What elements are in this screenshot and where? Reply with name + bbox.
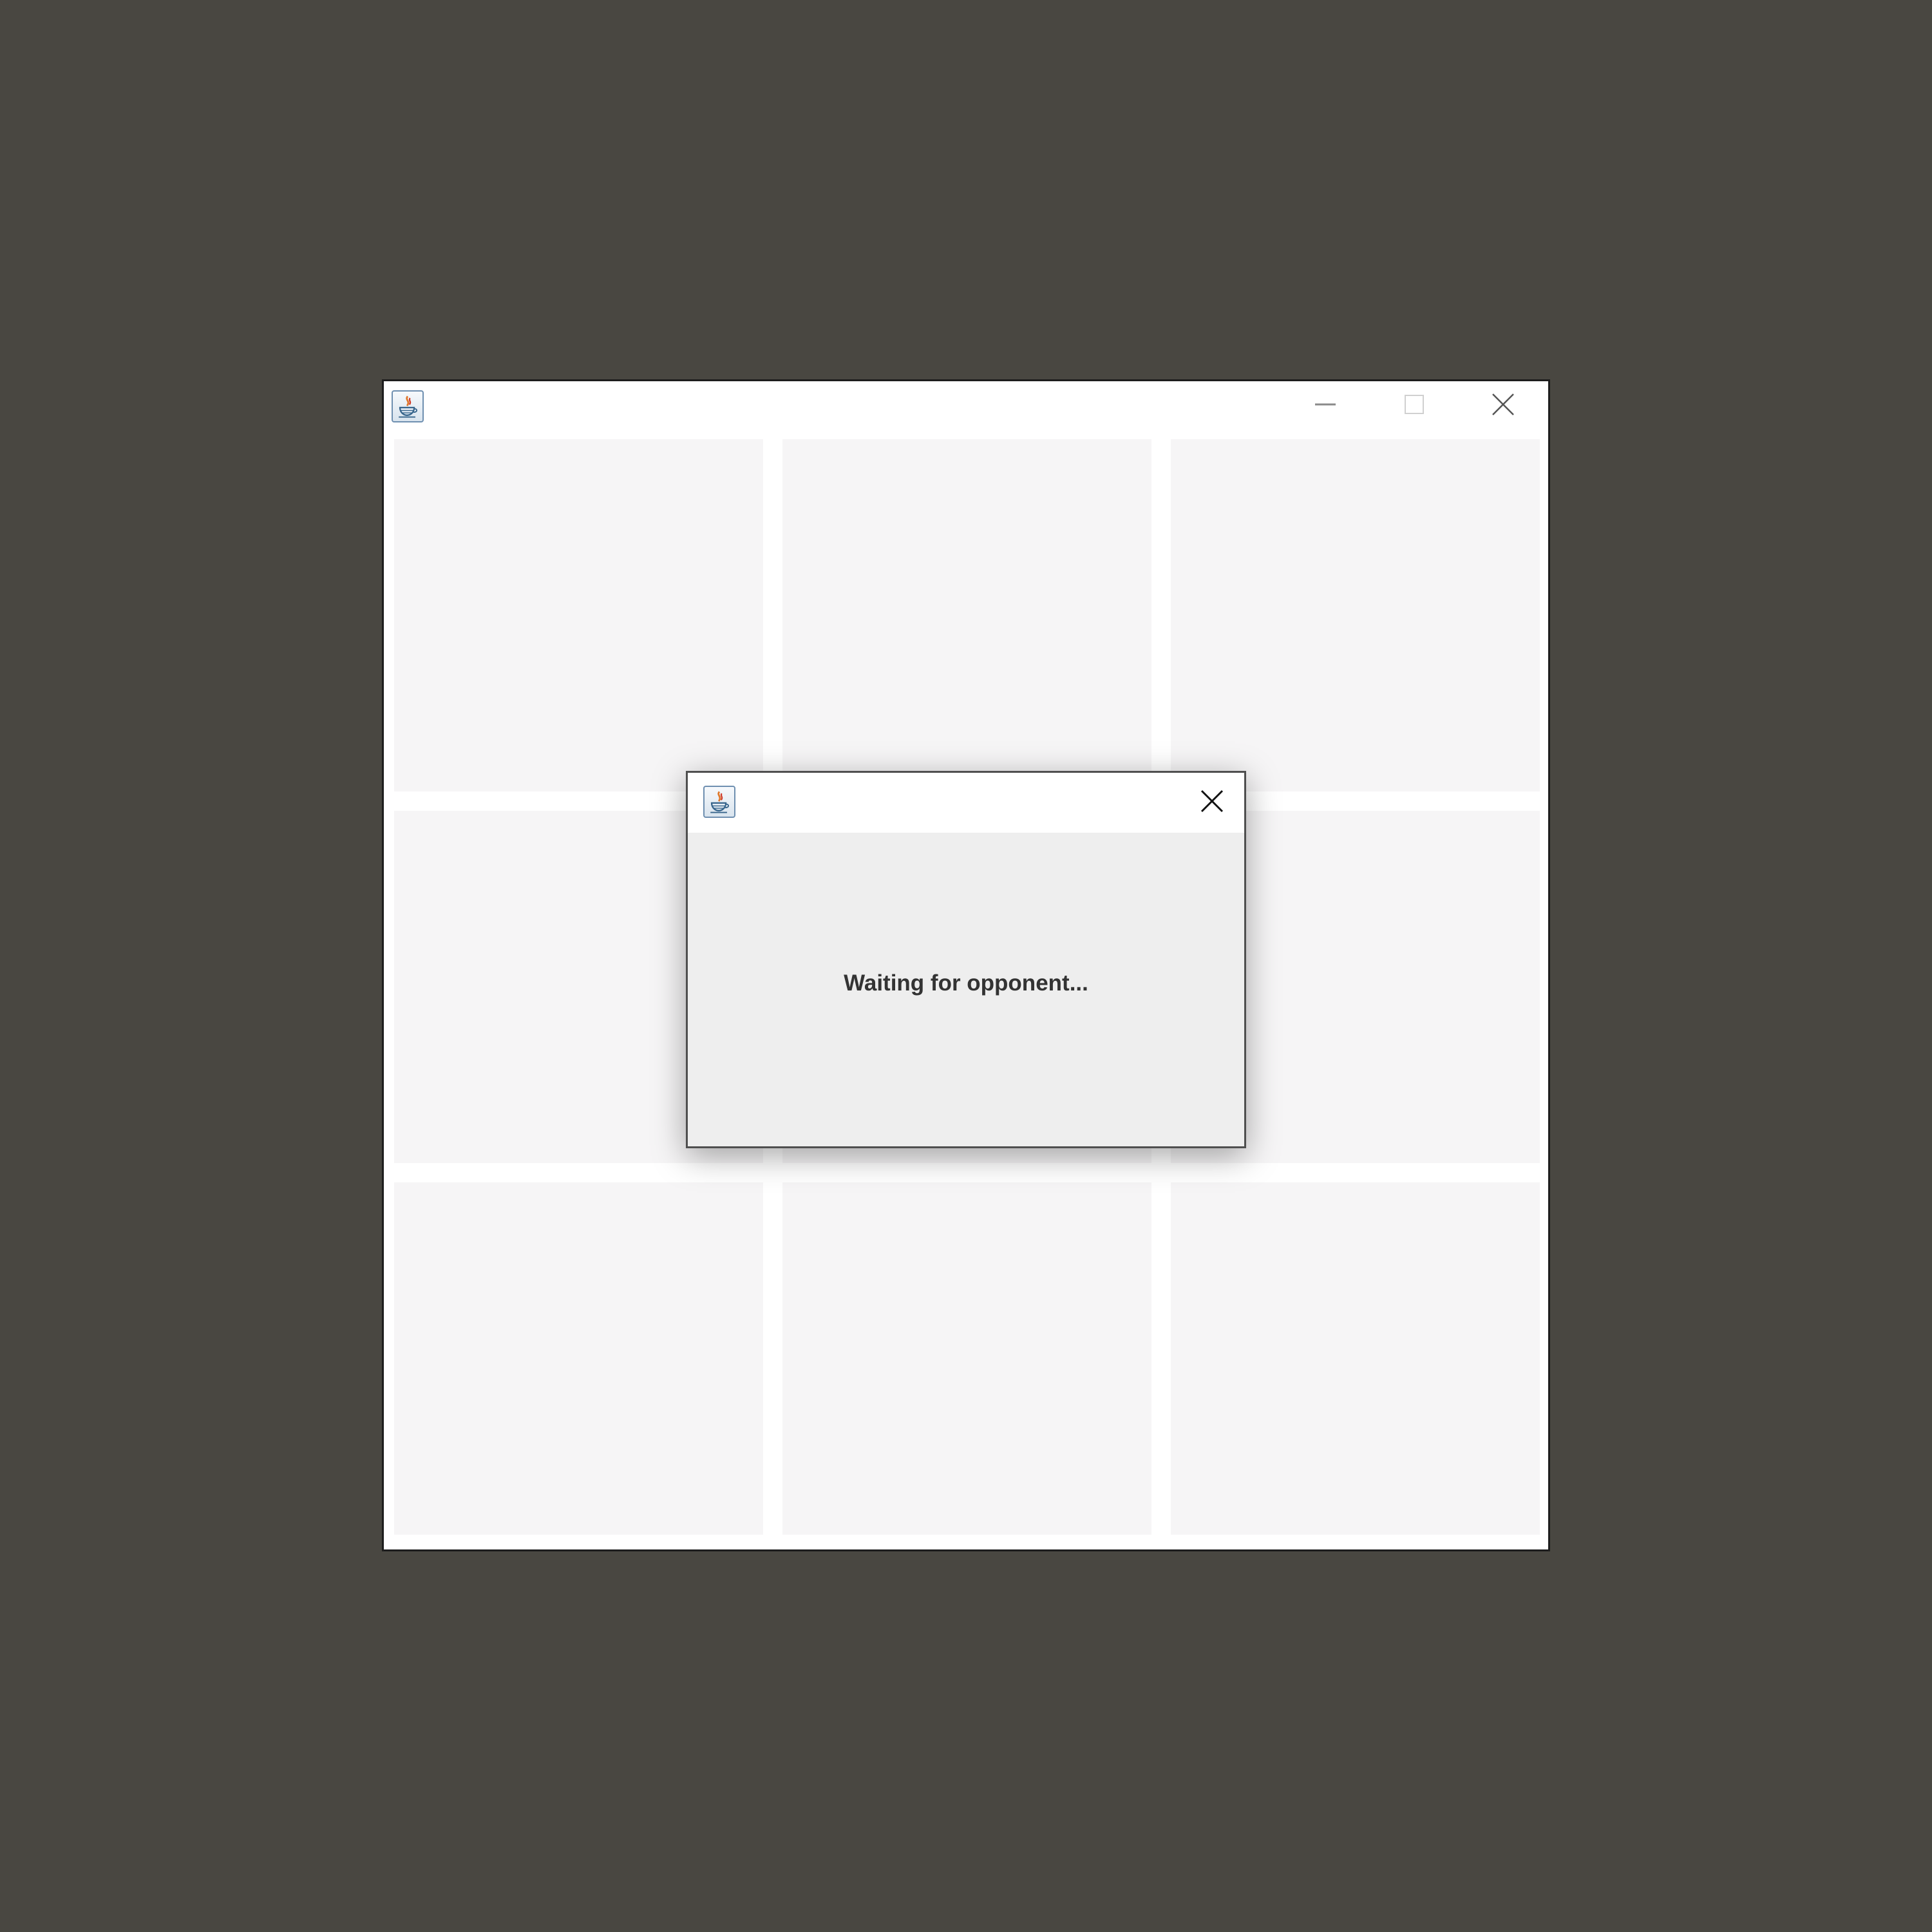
java-coffee-cup-icon: [703, 786, 735, 818]
board-cell-3[interactable]: [1171, 439, 1540, 791]
waiting-dialog: Waiting for opponent...: [686, 771, 1246, 1148]
dialog-titlebar[interactable]: [688, 773, 1244, 833]
board-cell-9[interactable]: [1171, 1182, 1540, 1535]
minimize-icon: [1315, 403, 1336, 406]
minimize-button[interactable]: [1281, 379, 1370, 430]
waiting-message: Waiting for opponent...: [844, 970, 1088, 996]
close-icon: [1200, 790, 1224, 813]
close-button[interactable]: [1459, 379, 1548, 430]
board-cell-1[interactable]: [394, 439, 763, 791]
close-icon: [1492, 393, 1514, 415]
dialog-close-button[interactable]: [1180, 773, 1244, 829]
board-cell-8[interactable]: [782, 1182, 1151, 1535]
dialog-body: Waiting for opponent...: [688, 833, 1244, 1146]
maximize-button[interactable]: [1370, 379, 1459, 430]
maximize-icon: [1405, 395, 1424, 414]
board-cell-2[interactable]: [782, 439, 1151, 791]
java-coffee-cup-icon: [392, 390, 424, 422]
board-cell-7[interactable]: [394, 1182, 763, 1535]
